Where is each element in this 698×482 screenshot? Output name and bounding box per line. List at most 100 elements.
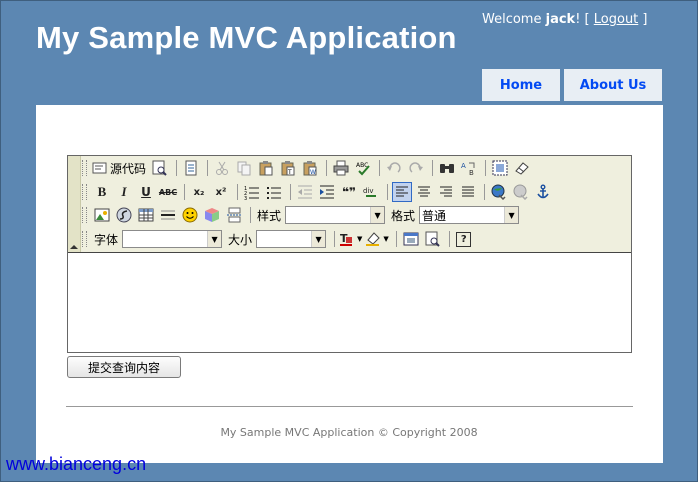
smiley-icon <box>182 207 198 223</box>
find-button[interactable] <box>437 158 457 178</box>
logout-link[interactable]: Logout <box>594 12 639 27</box>
align-left-icon <box>396 186 408 197</box>
flash-button[interactable] <box>114 205 134 225</box>
special-char-button[interactable] <box>202 205 222 225</box>
strikethrough-button[interactable]: ABC <box>158 182 178 202</box>
align-center-button[interactable] <box>414 182 434 202</box>
toolbar-grip-icon <box>82 231 87 247</box>
username: jack <box>545 12 576 27</box>
background-color-icon <box>366 232 381 246</box>
size-select[interactable]: ▼ <box>256 230 327 248</box>
toolbar-row-2: B I U ABC x₂ x² 123 ❝❞ div <box>82 181 555 203</box>
copy-button[interactable] <box>234 158 254 178</box>
welcome-close: ] <box>638 12 648 27</box>
select-all-button[interactable] <box>490 158 510 178</box>
submit-query-button[interactable]: 提交查询内容 <box>67 356 181 378</box>
watermark: www.bianceng.cn <box>6 454 147 474</box>
text-color-button[interactable]: T ▼ <box>339 231 362 247</box>
tab-about-us[interactable]: About Us <box>564 69 662 101</box>
bold-button[interactable]: B <box>92 182 112 202</box>
style-select[interactable]: ▼ <box>285 206 386 224</box>
outdent-icon <box>298 185 312 199</box>
paste-icon <box>259 161 273 176</box>
subscript-button[interactable]: x₂ <box>189 182 209 202</box>
help-button[interactable]: ? <box>454 229 474 249</box>
paste-text-icon: T <box>281 161 295 176</box>
align-center-icon <box>418 186 430 197</box>
outdent-button[interactable] <box>295 182 315 202</box>
align-justify-icon <box>462 186 474 197</box>
toolbar-collapse-handle[interactable] <box>68 156 81 252</box>
paste-text-button[interactable]: T <box>278 158 298 178</box>
underline-button[interactable]: U <box>136 182 156 202</box>
toolbar-separator <box>250 207 251 223</box>
cut-button[interactable] <box>212 158 232 178</box>
table-button[interactable] <box>136 205 156 225</box>
undo-button[interactable] <box>384 158 404 178</box>
numbered-list-button[interactable]: 123 <box>242 182 262 202</box>
toolbar-separator <box>237 184 238 200</box>
toolbar-separator <box>387 184 388 200</box>
indent-button[interactable] <box>317 182 337 202</box>
blockquote-button[interactable]: ❝❞ <box>339 182 359 202</box>
indent-icon <box>320 185 334 199</box>
anchor-button[interactable] <box>533 182 553 202</box>
rich-text-editor: 源代码 T W ABC AB B I U ABC x₂ x² 1 2 3 ❝❞ … <box>67 155 632 353</box>
paste-button[interactable] <box>256 158 276 178</box>
tab-home[interactable]: Home <box>482 69 560 101</box>
font-select[interactable]: ▼ <box>122 230 223 248</box>
welcome-prefix: Welcome <box>482 12 546 27</box>
show-blocks-button[interactable] <box>423 229 443 249</box>
toolbar-separator <box>395 231 397 247</box>
horizontal-rule-button[interactable] <box>158 205 178 225</box>
spellcheck-icon: ABC <box>356 162 370 176</box>
replace-icon: AB <box>461 162 475 176</box>
italic-glyph: I <box>121 184 127 199</box>
format-select[interactable]: 普通 ▼ <box>419 206 520 224</box>
paste-word-button[interactable]: W <box>300 158 320 178</box>
superscript-button[interactable]: x² <box>211 182 231 202</box>
dropdown-arrow-icon: ▼ <box>357 235 363 243</box>
dropdown-arrow-icon: ▼ <box>383 235 389 243</box>
editor-content-area[interactable] <box>68 253 631 352</box>
source-icon <box>92 162 107 174</box>
toolbar-separator <box>207 160 209 176</box>
replace-button[interactable]: AB <box>459 158 479 178</box>
background-color-button[interactable]: ▼ <box>365 231 389 247</box>
smiley-button[interactable] <box>180 205 200 225</box>
svg-text:3: 3 <box>244 196 247 200</box>
svg-text:T: T <box>287 169 292 176</box>
align-justify-button[interactable] <box>458 182 478 202</box>
align-left-button[interactable] <box>392 182 412 202</box>
source-button[interactable]: 源代码 <box>92 160 146 177</box>
align-right-button[interactable] <box>436 182 456 202</box>
toolbar-separator <box>432 160 434 176</box>
remove-format-button[interactable] <box>512 158 532 178</box>
maximize-button[interactable] <box>401 229 421 249</box>
footer-divider <box>66 406 633 407</box>
redo-icon <box>409 162 424 173</box>
spellcheck-button[interactable]: ABC <box>353 158 373 178</box>
text-color-icon: T <box>340 232 353 246</box>
create-div-button[interactable]: div <box>361 182 381 202</box>
preview-button[interactable] <box>150 158 170 178</box>
toolbar-separator <box>448 231 450 247</box>
bulleted-list-icon <box>267 187 281 199</box>
image-button[interactable] <box>92 205 112 225</box>
page-break-button[interactable] <box>224 205 244 225</box>
bulleted-list-button[interactable] <box>264 182 284 202</box>
print-button[interactable] <box>331 158 351 178</box>
redo-button[interactable] <box>406 158 426 178</box>
collapse-arrow-icon <box>70 245 78 249</box>
table-icon <box>138 208 154 222</box>
superscript-glyph: x² <box>215 186 227 198</box>
link-button[interactable] <box>489 182 509 202</box>
templates-button[interactable] <box>181 158 201 178</box>
chevron-down-icon: ▼ <box>311 231 326 247</box>
link-globe-icon <box>491 184 506 200</box>
toolbar-grip-icon <box>82 160 87 176</box>
italic-button[interactable]: I <box>114 182 134 202</box>
unlink-button[interactable] <box>511 182 531 202</box>
special-char-cube-icon <box>205 208 219 222</box>
style-label: 样式 <box>257 208 282 223</box>
